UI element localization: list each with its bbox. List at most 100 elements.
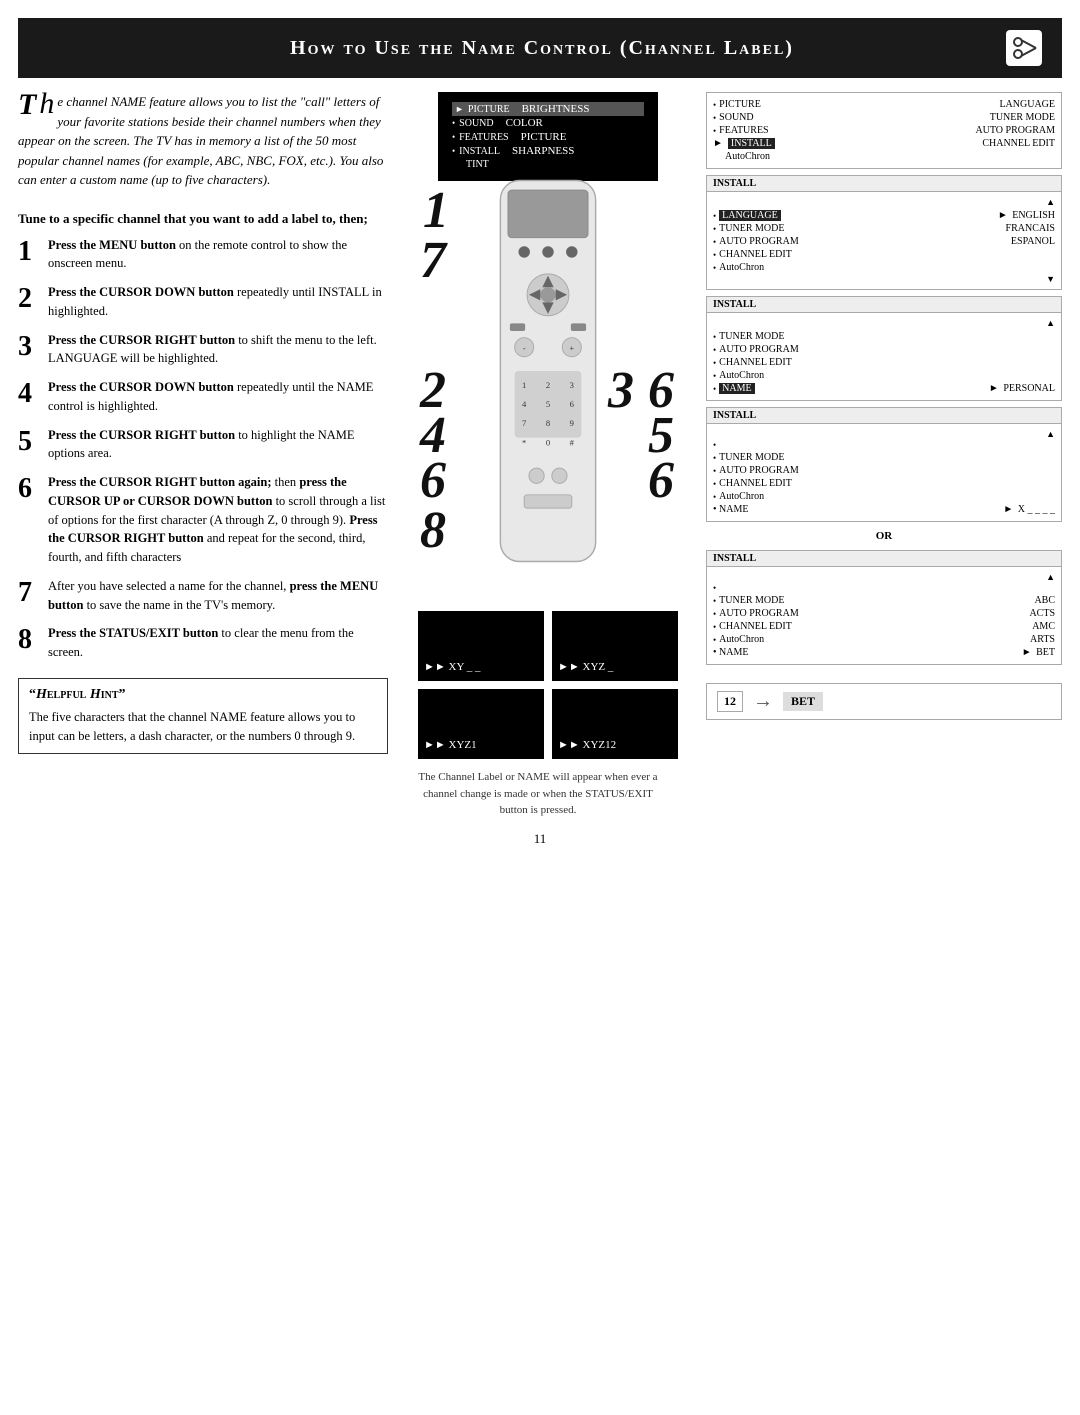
panel5-tuner: •TUNER MODE ABC xyxy=(713,594,1055,607)
screenshot-xy: ►► XY _ _ xyxy=(418,611,544,681)
step-text-3: Press the CURSOR RIGHT button to shift t… xyxy=(48,331,388,369)
panel-main-menu: •PICTURE LANGUAGE •SOUND TUNER MODE •FEA… xyxy=(706,92,1062,169)
step-6: 6 Press the CURSOR RIGHT button again; t… xyxy=(18,473,388,567)
arrow-indicator: → xyxy=(753,690,773,713)
svg-text:8: 8 xyxy=(546,418,550,428)
panel2-channel: •CHANNEL EDIT xyxy=(713,248,1055,261)
panel3-tuner: •TUNER MODE xyxy=(713,330,1055,343)
right-column: •PICTURE LANGUAGE •SOUND TUNER MODE •FEA… xyxy=(698,78,1062,819)
tune-instruction: Tune to a specific channel that you want… xyxy=(18,210,388,228)
step-text-7: After you have selected a name for the c… xyxy=(48,577,388,615)
screenshot-xyz12: ►► XYZ12 xyxy=(552,689,678,759)
panel5-name: • NAME ► BET xyxy=(713,646,1055,659)
svg-text:9: 9 xyxy=(570,418,574,428)
svg-text:#: # xyxy=(570,437,575,447)
caption-text: The Channel Label or NAME will appear wh… xyxy=(418,769,658,819)
page-header: How to Use the Name Control (Channel Lab… xyxy=(18,18,1062,78)
panel5-bullet: • xyxy=(713,582,1055,594)
bottom-area: ►► XY _ _ ►► XYZ _ ►► XYZ1 ►► XYZ12 The … xyxy=(418,611,678,819)
panel3-header: INSTALL xyxy=(707,297,1061,313)
page-title: How to Use the Name Control (Channel Lab… xyxy=(78,37,1006,60)
svg-text:3: 3 xyxy=(570,380,574,390)
panel2-auto: •AUTO PROGRAM ESPANOL xyxy=(713,235,1055,248)
panel1-sound: •SOUND TUNER MODE xyxy=(713,111,1055,124)
step-num-2: 2 xyxy=(18,283,40,321)
middle-column: ► PICTURE BRIGHTNESS • SOUND COLOR • FEA… xyxy=(398,78,698,819)
panel2-autochron: •AutoChron xyxy=(713,261,1055,274)
panel1-install: ►INSTALL CHANNEL EDIT xyxy=(713,137,1055,150)
step-text-5: Press the CURSOR RIGHT button to highlig… xyxy=(48,426,388,464)
channel-name: BET xyxy=(783,692,823,711)
screenshot-xyz: ►► XYZ _ xyxy=(552,611,678,681)
panel3-auto: •AUTO PROGRAM xyxy=(713,343,1055,356)
menu-item-tint: TINT xyxy=(452,158,644,171)
step-num-8: 8 xyxy=(18,624,40,662)
menu-item-picture: ► PICTURE BRIGHTNESS xyxy=(452,102,644,116)
channel-number: 12 xyxy=(717,691,743,712)
screenshot-xyz1-label: ►► XYZ1 xyxy=(424,739,538,751)
step-text-1: Press the MENU button on the remote cont… xyxy=(48,236,388,274)
big-num-6c: 6 xyxy=(648,451,674,510)
menu-item-sound: • SOUND COLOR xyxy=(452,116,644,130)
step-num-3: 3 xyxy=(18,331,40,369)
step-3: 3 Press the CURSOR RIGHT button to shift… xyxy=(18,331,388,369)
panel2-up-arrow: ▲ xyxy=(713,197,1055,209)
header-icon-box xyxy=(1006,30,1042,66)
scissors-icon xyxy=(1010,34,1038,62)
screenshot-xyz-label: ►► XYZ _ xyxy=(558,661,672,673)
big-num-3: 3 xyxy=(608,361,634,420)
remote-control-area: 1 7 2 4 6 8 6 5 6 3 xyxy=(418,171,678,591)
steps-container: 1 Press the MENU button on the remote co… xyxy=(18,236,388,662)
panel5-up-arrow: ▲ xyxy=(713,572,1055,582)
step-num-4: 4 xyxy=(18,378,40,416)
big-num-7: 7 xyxy=(420,231,446,290)
screenshot-xyz12-label: ►► XYZ12 xyxy=(558,739,672,751)
step-text-8: Press the STATUS/EXIT button to clear th… xyxy=(48,624,388,662)
svg-text:+: + xyxy=(569,343,574,353)
panel2-header: INSTALL xyxy=(707,176,1061,192)
panel4-tuner: •TUNER MODE xyxy=(713,451,1055,464)
step-text-2: Press the CURSOR DOWN button repeatedly … xyxy=(48,283,388,321)
panel-install-language: INSTALL ▲ •LANGUAGE ► ENGLISH •TUNER MOD… xyxy=(706,175,1062,290)
svg-text:0: 0 xyxy=(546,437,550,447)
panel1-features: •FEATURES AUTO PROGRAM xyxy=(713,124,1055,137)
svg-text:5: 5 xyxy=(546,399,550,409)
panel4-bullet: • xyxy=(713,439,1055,451)
channel-label-box: 12 → BET xyxy=(706,683,1062,720)
step-7: 7 After you have selected a name for the… xyxy=(18,577,388,615)
step-num-5: 5 xyxy=(18,426,40,464)
svg-text:*: * xyxy=(522,437,526,447)
panel4-auto: •AUTO PROGRAM xyxy=(713,464,1055,477)
panel5-autochron: •AutoChron ARTS xyxy=(713,633,1055,646)
panel5-auto: •AUTO PROGRAM ACTS xyxy=(713,607,1055,620)
panel-install-name: INSTALL ▲ •TUNER MODE •AUTO PROGRAM •CHA… xyxy=(706,296,1062,401)
panel3-up-arrow: ▲ xyxy=(713,318,1055,330)
step-text-4: Press the CURSOR DOWN button repeatedly … xyxy=(48,378,388,416)
svg-text:2: 2 xyxy=(546,380,550,390)
or-divider: OR xyxy=(706,528,1062,544)
panel4-autochron: •AutoChron xyxy=(713,490,1055,503)
panel3-name: •NAME ► PERSONAL xyxy=(713,382,1055,395)
svg-text:-: - xyxy=(523,343,526,353)
menu-item-features: • FEATURES PICTURE xyxy=(452,130,644,144)
panel-install-name-list: INSTALL ▲ • •TUNER MODE ABC •AUTO PROGRA… xyxy=(706,550,1062,665)
step-num-7: 7 xyxy=(18,577,40,615)
step-5: 5 Press the CURSOR RIGHT button to highl… xyxy=(18,426,388,464)
hint-title: “Helpful Hint” xyxy=(29,687,377,703)
panel5-header: INSTALL xyxy=(707,551,1061,567)
panel4-header: INSTALL xyxy=(707,408,1061,424)
intro-text: The channel NAME feature allows you to l… xyxy=(18,78,388,200)
panel3-autochron: •AutoChron xyxy=(713,369,1055,382)
svg-text:7: 7 xyxy=(522,418,527,428)
panel-install-name-x: INSTALL ▲ • •TUNER MODE •AUTO PROGRAM •C… xyxy=(706,407,1062,522)
panel1-picture: •PICTURE LANGUAGE xyxy=(713,98,1055,111)
menu-item-install: • INSTALL SHARPNESS xyxy=(452,144,644,158)
panel2-tuner: •TUNER MODE FRANCAIS xyxy=(713,222,1055,235)
panel1-autochron: AutoChron xyxy=(713,150,1055,163)
step-4: 4 Press the CURSOR DOWN button repeatedl… xyxy=(18,378,388,416)
svg-text:4: 4 xyxy=(522,399,527,409)
panel2-down-arrow: ▼ xyxy=(713,274,1055,284)
panel4-up-arrow: ▲ xyxy=(713,429,1055,439)
step-1: 1 Press the MENU button on the remote co… xyxy=(18,236,388,274)
hint-text: The five characters that the channel NAM… xyxy=(29,708,377,746)
